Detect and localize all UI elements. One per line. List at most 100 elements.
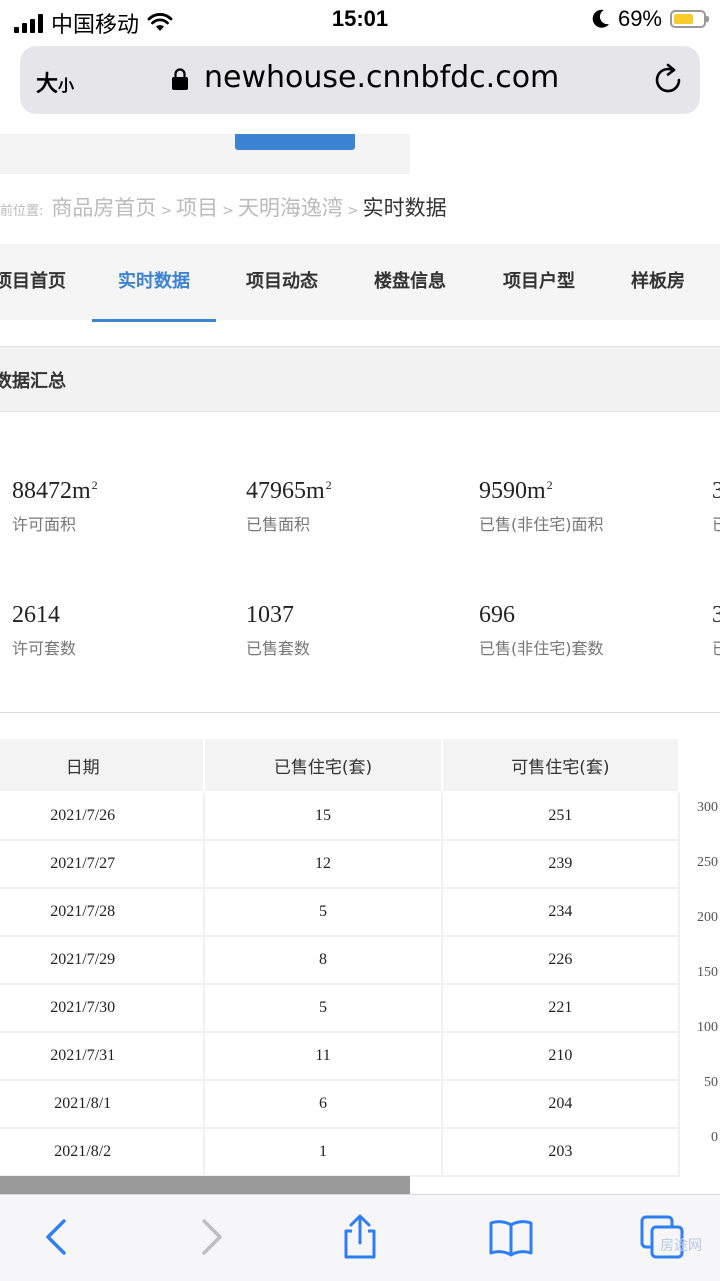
table-row: 2021/8/2 1 203: [0, 1127, 681, 1177]
cell-available: 204: [440, 1079, 681, 1129]
share-icon[interactable]: [336, 1213, 384, 1261]
chart-axis-tick: 250: [697, 855, 718, 870]
cell-available: 221: [440, 983, 681, 1033]
column-header-date: 日期: [0, 737, 206, 793]
table-header-row: 日期 已售住宅(套) 可售住宅(套): [0, 737, 681, 793]
breadcrumb-project-name[interactable]: 天明海逸湾: [238, 192, 343, 222]
stat-permit-units: 2614 许可套数: [12, 602, 76, 659]
stat-label: 已售套数: [246, 639, 311, 658]
tab-model-house[interactable]: 样板房: [616, 244, 700, 320]
cell-date: 2021/7/30: [0, 983, 206, 1033]
cell-date: 2021/7/29: [0, 935, 206, 985]
stat-value: 696: [479, 602, 515, 628]
chart-axis-tick: 150: [697, 965, 718, 980]
status-bar: 中国移动 15:01 69%: [0, 0, 720, 40]
table-row: 2021/7/26 15 251: [0, 791, 681, 841]
breadcrumb-label: 前位置:: [0, 204, 44, 219]
watermark: 房途网: [660, 1238, 702, 1254]
browser-toolbar: 房途网: [0, 1194, 720, 1281]
column-header-available: 可售住宅(套): [440, 737, 681, 793]
cell-sold: 15: [203, 791, 443, 841]
breadcrumb-separator: >: [222, 203, 234, 219]
tab-project-news[interactable]: 项目动态: [230, 244, 334, 320]
table-row: 2021/7/29 8 226: [0, 935, 681, 985]
stat-label: 已: [712, 635, 720, 659]
stat-value: 1037: [246, 602, 294, 628]
text-size-large: 大: [36, 72, 59, 97]
breadcrumb-home[interactable]: 商品房首页: [51, 192, 156, 222]
cell-sold: 5: [203, 887, 443, 937]
stat-label: 许可套数: [12, 639, 77, 658]
top-nav-active-item[interactable]: [235, 134, 355, 150]
cell-sold: 11: [203, 1031, 443, 1081]
stat-sold-units: 1037 已售套数: [246, 602, 310, 659]
reload-icon[interactable]: [650, 62, 686, 98]
breadcrumb-separator: >: [160, 203, 173, 219]
lock-icon: [172, 68, 188, 90]
chart-axis-tick: 50: [704, 1075, 718, 1090]
tab-floor-plans[interactable]: 项目户型: [487, 244, 591, 320]
battery-icon: [670, 10, 709, 28]
cell-date: 2021/8/2: [0, 1127, 206, 1177]
stat-sold-nonresidential-units: 696 已售(非住宅)套数: [479, 602, 604, 659]
text-size-button[interactable]: 大小: [36, 66, 74, 98]
stat-label: 已售(非住宅)面积: [479, 515, 604, 534]
stat-permit-area: 88472m2 许可面积: [12, 478, 98, 535]
stat-value: 3: [712, 602, 720, 628]
table-row: 2021/8/1 6 204: [0, 1079, 681, 1129]
summary-title: 数据汇总: [0, 371, 66, 392]
address-bar[interactable]: 大小 newhouse.cnnbfdc.com: [20, 46, 700, 114]
stat-sold-area: 47965m2 已售面积: [246, 478, 332, 535]
stat-sold-nonresidential-area: 9590m2 已售(非住宅)面积: [479, 478, 604, 535]
cell-sold: 5: [203, 983, 443, 1033]
cell-available: 226: [440, 935, 681, 985]
breadcrumb: 前位置: 商品房首页 > 项目 > 天明海逸湾 > 实时数据: [0, 192, 447, 222]
stat-truncated-units: 3 已: [712, 602, 720, 659]
cell-date: 2021/7/28: [0, 887, 206, 937]
cell-date: 2021/8/1: [0, 1079, 206, 1129]
chart-axis-tick: 200: [697, 910, 718, 925]
chart-axis-tick: 100: [697, 1020, 718, 1035]
cell-sold: 6: [203, 1079, 443, 1129]
stat-value: 9590m2: [479, 478, 553, 504]
cell-sold: 1: [203, 1127, 443, 1177]
cell-sold: 8: [203, 935, 443, 985]
chart-axis-tick: 0: [711, 1130, 718, 1145]
battery-percent: 69%: [617, 6, 662, 31]
url-text[interactable]: newhouse.cnnbfdc.com: [204, 60, 559, 95]
breadcrumb-separator: >: [346, 203, 359, 219]
sales-table: 日期 已售住宅(套) 可售住宅(套) 2021/7/26 15 251 2021/7/…: [0, 737, 681, 1177]
table-row: 2021/7/31 11 210: [0, 1031, 681, 1081]
battery-fill: [674, 14, 693, 24]
stat-label: 已售面积: [246, 515, 311, 534]
top-navigation[interactable]: [0, 134, 410, 174]
column-header-sold: 已售住宅(套): [203, 737, 443, 793]
tab-project-home[interactable]: 项目首页: [0, 244, 68, 320]
stat-label: 许可面积: [12, 515, 77, 534]
breadcrumb-current: 实时数据: [362, 196, 447, 220]
stat-label: 已售(非住宅)套数: [479, 639, 604, 658]
cell-available: 210: [440, 1031, 681, 1081]
stat-value: 3: [712, 478, 720, 504]
cell-date: 2021/7/27: [0, 839, 206, 889]
cell-available: 234: [440, 887, 681, 937]
cell-available: 251: [440, 791, 681, 841]
tab-property-info[interactable]: 楼盘信息: [358, 244, 462, 320]
section-divider: [0, 712, 720, 713]
summary-header: 数据汇总: [0, 346, 720, 412]
cell-sold: 12: [203, 839, 443, 889]
cell-date: 2021/7/26: [0, 791, 206, 841]
stat-truncated-area: 3 已: [712, 478, 720, 535]
tab-realtime-data[interactable]: 实时数据: [92, 244, 216, 322]
forward-icon[interactable]: [186, 1213, 234, 1261]
table-row: 2021/7/27 12 239: [0, 839, 681, 889]
stat-value: 2614: [12, 602, 60, 628]
back-icon[interactable]: [34, 1213, 82, 1261]
chart-axis-tick: 300: [697, 800, 718, 815]
table-row: 2021/7/30 5 221: [0, 983, 681, 1033]
stat-value: 47965m2: [246, 478, 332, 504]
table-row: 2021/7/28 5 234: [0, 887, 681, 937]
breadcrumb-project[interactable]: 项目: [176, 192, 218, 222]
stat-label: 已: [712, 511, 720, 535]
bookmarks-icon[interactable]: [487, 1213, 535, 1261]
